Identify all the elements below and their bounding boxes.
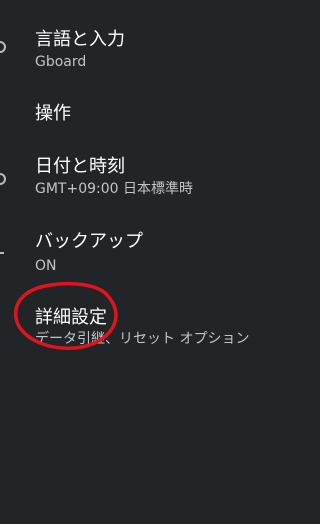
settings-item-subtitle: Gboard [35,54,87,70]
globe-icon [0,41,6,53]
settings-item-title: 詳細設定 [35,307,107,328]
settings-item-advanced[interactable]: 詳細設定 データ引継、リセット オプション [0,302,261,356]
settings-item-gestures[interactable]: 操作 [0,96,261,132]
settings-item-title: 言語と入力 [35,29,125,50]
settings-item-subtitle: GMT+09:00 日本標準時 [35,181,194,197]
settings-item-backup[interactable]: バックアップ ON [0,224,261,278]
settings-item-language-input[interactable]: 言語と入力 Gboard [0,22,261,76]
settings-item-date-time[interactable]: 日付と時刻 GMT+09:00 日本標準時 [0,149,261,203]
settings-item-title: 操作 [35,103,71,124]
settings-item-title: バックアップ [35,231,143,252]
backup-icon [0,252,4,254]
settings-item-subtitle: ON [35,258,57,274]
settings-item-subtitle: データ引継、リセット オプション [35,331,250,347]
settings-item-title: 日付と時刻 [35,156,125,177]
clock-icon [0,173,6,185]
